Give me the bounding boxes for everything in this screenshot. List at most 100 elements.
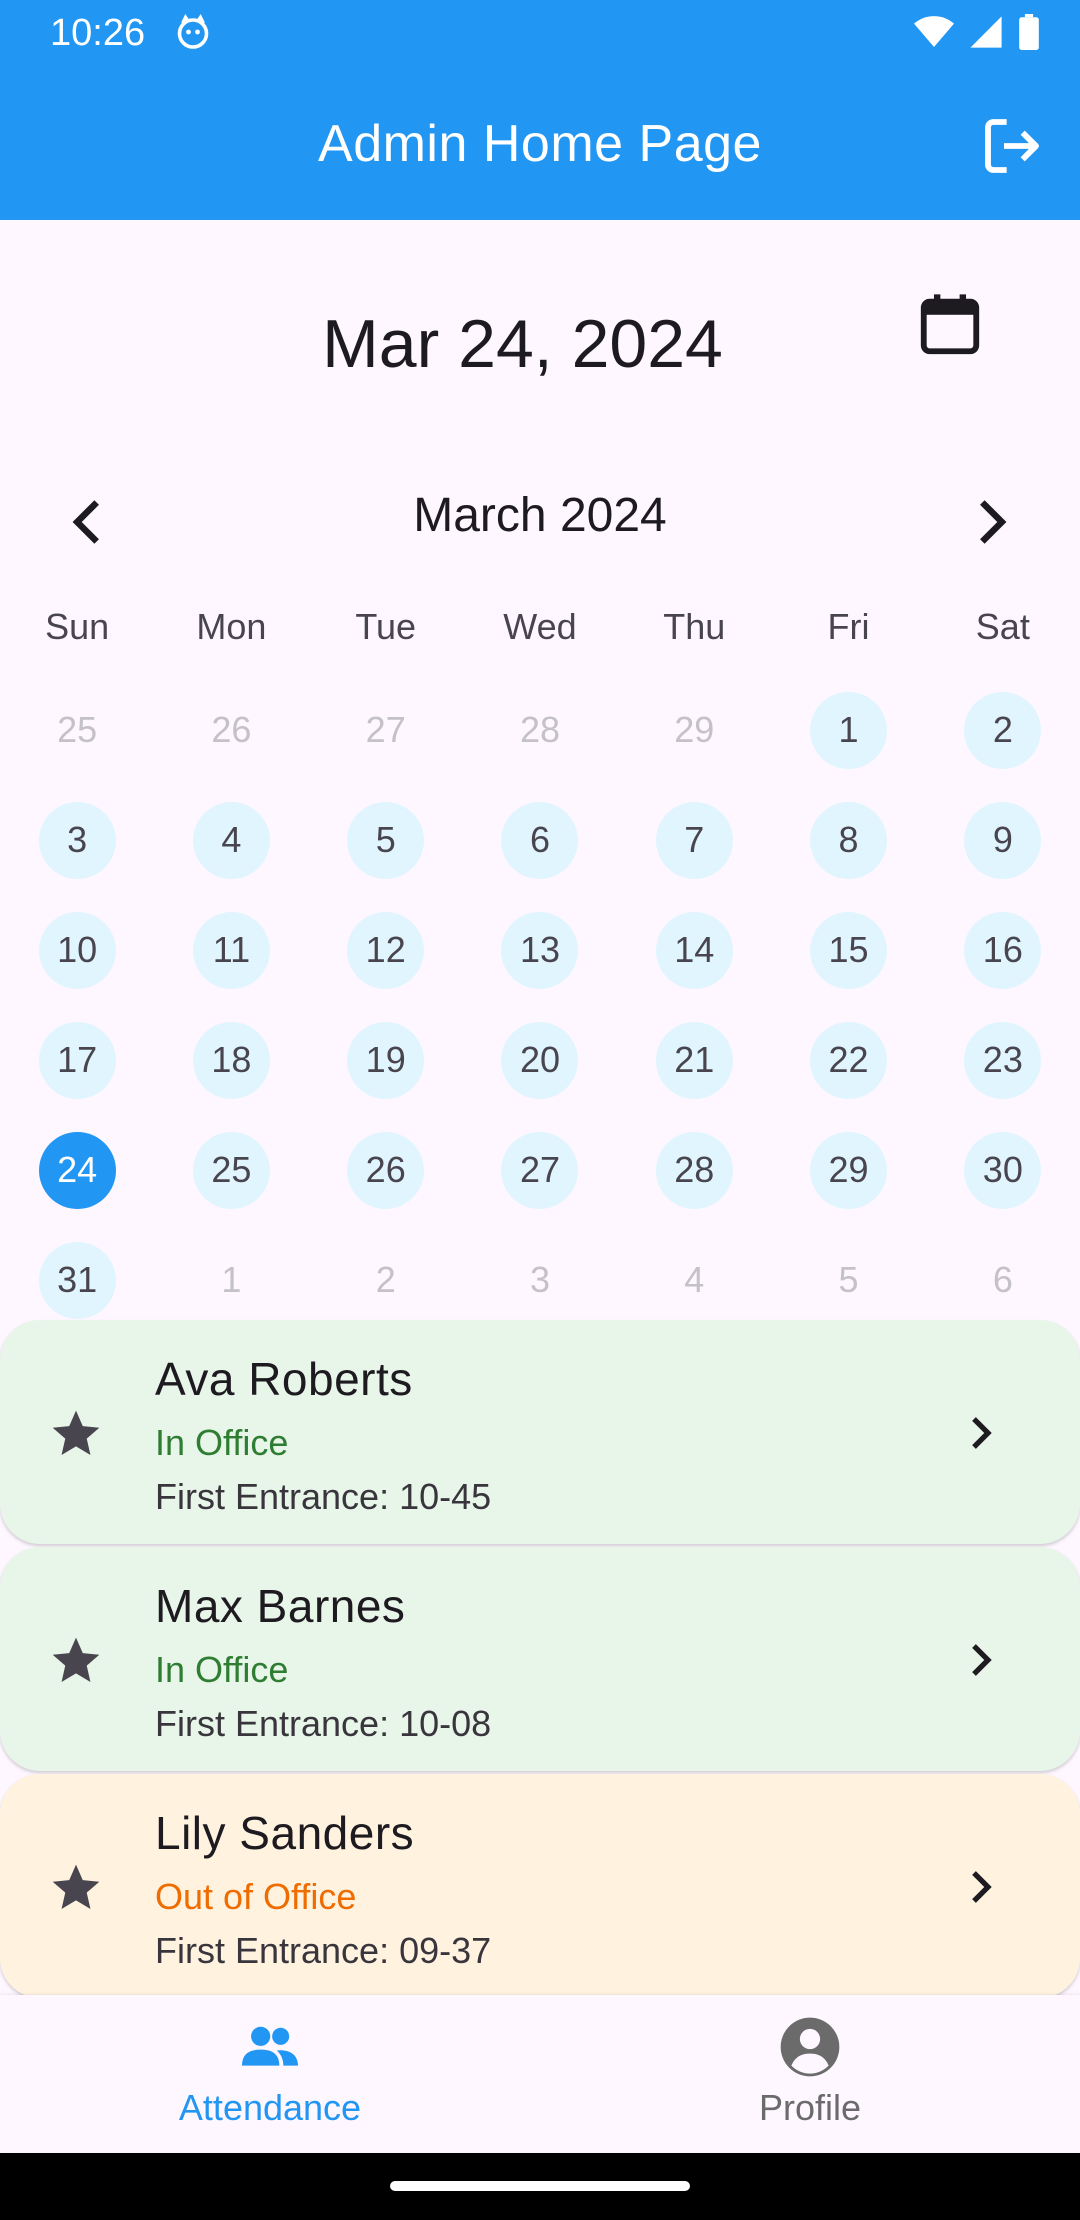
app-bar: Admin Home Page [0,66,1080,220]
status-bar: 10:26 [0,0,1080,66]
calendar-day[interactable]: 11 [154,911,308,989]
calendar-day-number: 1 [810,691,888,769]
employee-card[interactable]: Lily Sanders Out of Office First Entranc… [0,1774,1080,1998]
calendar-day-number: 3 [38,801,116,879]
weekday-label: Mon [196,606,267,647]
employee-card[interactable]: Max Barnes In Office First Entrance: 10-… [0,1547,1080,1771]
account-circle-icon [780,2017,840,2077]
calendar-day[interactable]: 15 [771,911,925,989]
calendar-day[interactable]: 12 [309,911,463,989]
calendar-day-number: 7 [655,801,733,879]
weekday-label: Wed [503,606,577,647]
calendar-day-number: 13 [501,911,579,989]
calendar-day-number: 28 [519,709,560,750]
nav-attendance[interactable]: Attendance [0,1995,540,2153]
calendar-day: 29 [617,692,771,769]
star-icon [52,1410,100,1455]
calendar-day[interactable]: 7 [617,801,771,879]
calendar-day-number: 14 [655,911,733,989]
calendar-day: 6 [926,1242,1080,1319]
chevron-right-icon[interactable] [965,496,1017,548]
calendar-day[interactable]: 2 [926,691,1080,769]
signal-icon [970,16,1002,48]
employee-card[interactable]: Ava Roberts In Office First Entrance: 10… [0,1320,1080,1544]
employee-status: Out of Office [155,1876,357,1917]
weekday-label: Sun [45,606,110,647]
month-label: March 2024 [413,489,667,542]
calendar-day-number: 19 [347,1021,425,1099]
calendar-icon[interactable] [915,290,985,360]
calendar-day-number: 5 [838,1259,859,1300]
logout-icon[interactable] [980,114,1044,178]
calendar-day[interactable]: 13 [463,911,617,989]
calendar-day-number: 5 [347,801,425,879]
first-entrance: First Entrance: 10-45 [155,1476,492,1517]
calendar-day-number: 27 [365,709,406,750]
weekday-label: Sat [975,606,1030,647]
bottom-navigation: Attendance Profile [0,1995,1080,2153]
calendar-day: 25 [0,692,154,769]
calendar-day-number: 4 [684,1259,705,1300]
status-time: 10:26 [50,12,146,54]
first-entrance: First Entrance: 10-08 [155,1703,492,1744]
calendar-day-number: 23 [964,1021,1042,1099]
calendar-day-number: 16 [964,911,1042,989]
weekday-label: Fri [827,606,870,647]
weekday-label: Thu [663,606,726,647]
calendar-day-number: 18 [192,1021,270,1099]
calendar-day[interactable]: 18 [154,1021,308,1099]
calendar-day[interactable]: 30 [926,1131,1080,1209]
calendar-day[interactable]: 23 [926,1021,1080,1099]
page-title: Admin Home Page [318,115,762,173]
chevron-right-icon [972,1644,992,1676]
calendar-day: 4 [617,1242,771,1319]
calendar-day[interactable]: 22 [771,1021,925,1099]
employee-name: Lily Sanders [155,1807,415,1859]
calendar-day[interactable]: 26 [309,1131,463,1209]
calendar-day-number: 10 [38,911,116,989]
employee-list: Ava Roberts In Office First Entrance: 10… [0,1320,1080,2001]
calendar-day[interactable]: 3 [0,801,154,879]
calendar-day[interactable]: 4 [154,801,308,879]
home-gesture-handle[interactable] [390,2181,690,2191]
calendar-day[interactable]: 8 [771,801,925,879]
calendar-week-row: 17 18 19 20 21 22 23 [0,1005,1080,1115]
employee-status: In Office [155,1422,289,1463]
calendar-day-number: 20 [501,1021,579,1099]
calendar-day[interactable]: 27 [463,1131,617,1209]
calendar-day-number: 28 [655,1131,733,1209]
calendar-day-number: 6 [992,1259,1013,1300]
calendar-day[interactable]: 16 [926,911,1080,989]
calendar-day: 1 [154,1242,308,1319]
employee-name: Ava Roberts [155,1353,413,1405]
calendar-day[interactable]: 29 [771,1131,925,1209]
nav-profile-label: Profile [758,2087,862,2128]
calendar-day[interactable]: 6 [463,801,617,879]
calendar-day[interactable]: 28 [617,1131,771,1209]
first-entrance: First Entrance: 09-37 [155,1930,492,1971]
calendar-day: 2 [309,1242,463,1319]
calendar-day[interactable]: 10 [0,911,154,989]
calendar-day: 26 [154,692,308,769]
chevron-right-icon [972,1417,992,1449]
calendar-grid: 25 26 27 28 29 1 2 3 4 5 6 7 8 9 10 11 12 13 14 15 16 17 18 19 2… [0,675,1080,1335]
calendar-day[interactable]: 5 [309,801,463,879]
calendar-day-number: 17 [38,1021,116,1099]
calendar-day[interactable]: 17 [0,1021,154,1099]
calendar-day-number: 9 [964,801,1042,879]
calendar-day-selected[interactable]: 24 [0,1131,154,1209]
calendar-day[interactable]: 31 [0,1241,154,1319]
nav-profile[interactable]: Profile [540,1995,1080,2153]
calendar-day[interactable]: 20 [463,1021,617,1099]
calendar-day[interactable]: 25 [154,1131,308,1209]
calendar-day[interactable]: 21 [617,1021,771,1099]
people-icon [242,2026,298,2066]
star-icon [52,1864,100,1909]
calendar-day[interactable]: 9 [926,801,1080,879]
calendar-day[interactable]: 19 [309,1021,463,1099]
calendar-day-number: 1 [221,1259,242,1300]
calendar-day[interactable]: 14 [617,911,771,989]
calendar-week-row: 3456789 [0,785,1080,895]
calendar-day[interactable]: 1 [771,691,925,769]
calendar-day-number: 2 [375,1259,396,1300]
